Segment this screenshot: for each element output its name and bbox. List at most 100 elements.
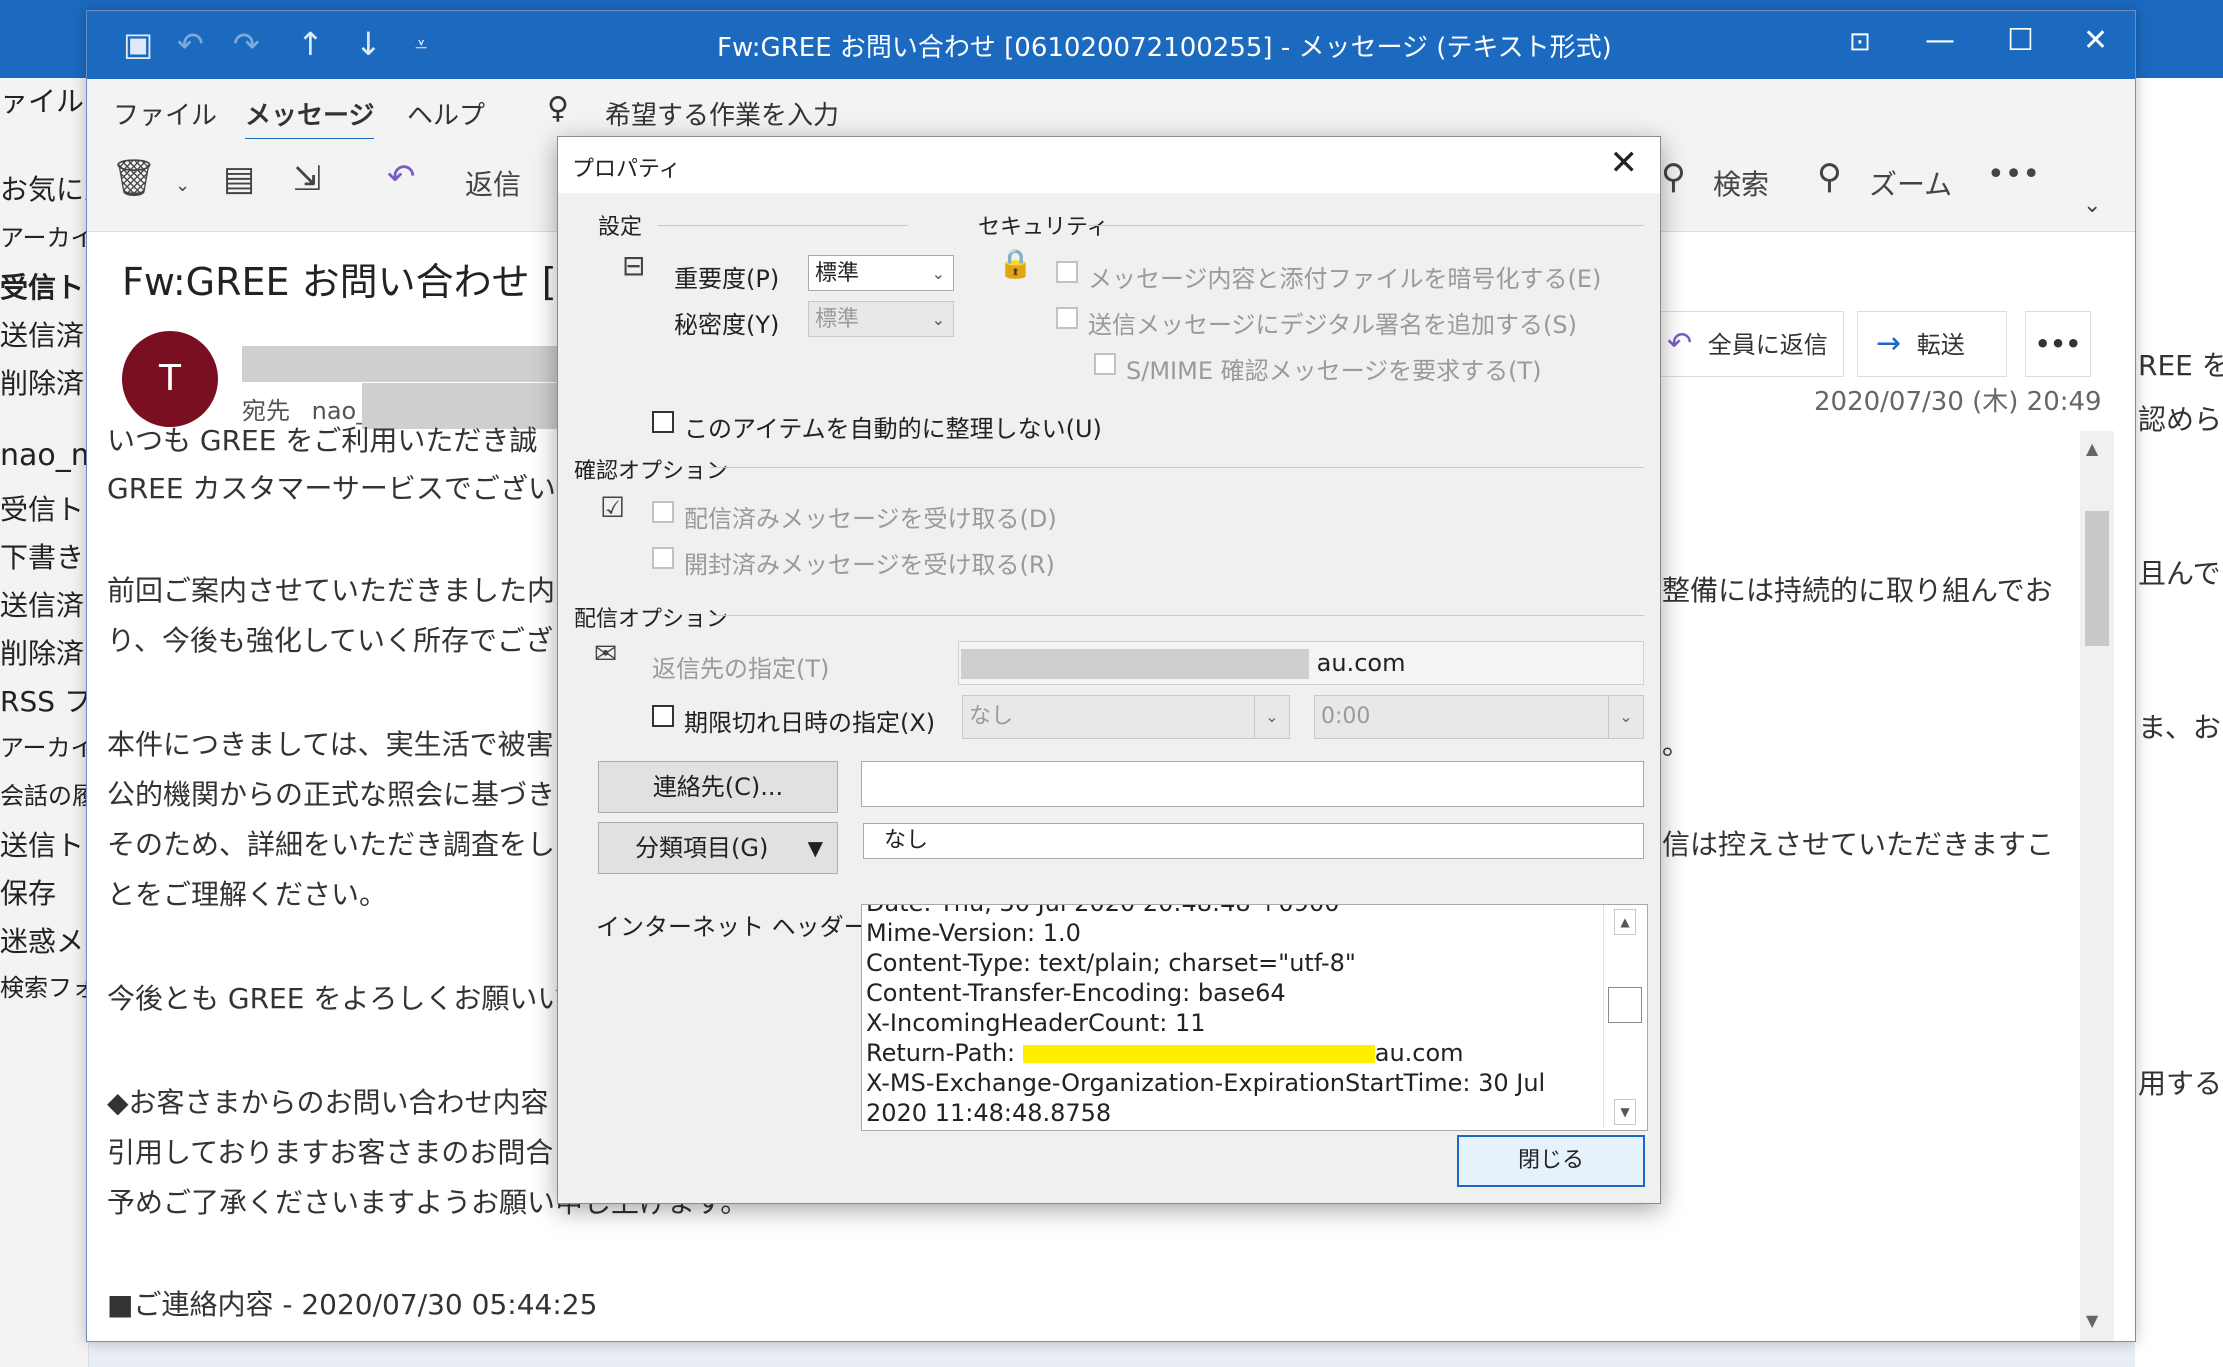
reply-to-value: au.com [1316,649,1406,677]
body-line: 信は控えさせていただきますこ [1662,828,2055,861]
background-text: REE を [2138,349,2223,382]
delete-icon[interactable]: 🗑 [111,157,157,199]
no-autoarchive-checkbox[interactable] [652,411,674,433]
archive-icon[interactable]: ▤ [223,159,255,199]
save-icon[interactable]: ▣ [123,25,153,63]
categories-button[interactable]: 分類項目(G) ▼ [598,822,838,874]
contacts-button[interactable]: 連絡先(C)... [598,761,838,813]
minimize-icon[interactable]: — [1925,23,1955,58]
sensitivity-select[interactable]: 標準 ⌄ [808,301,954,337]
close-icon[interactable]: ✕ [2083,23,2108,58]
sign-checkbox[interactable] [1056,307,1078,329]
tell-me-box[interactable]: 希望する作業を入力 [605,95,839,132]
close-button[interactable]: 閉じる [1457,1135,1645,1187]
body-line: り、今後も強化していく所存でござ [107,624,554,657]
menu-help[interactable]: ヘルプ [407,95,485,132]
search-button[interactable]: 検索 [1713,163,1769,203]
scroll-up-icon[interactable]: ▲ [1614,909,1636,935]
header-line: Date: Thu, 30 Jul 2020 20:48:48 +0900 [866,905,1339,917]
expire-date-select[interactable]: なし ⌄ [962,695,1290,739]
menu-file[interactable]: ファイル [113,95,217,132]
up-arrow-icon[interactable]: ↑ [297,25,324,63]
scrollbar-thumb[interactable] [2085,511,2109,646]
scroll-down-icon[interactable]: ▼ [1614,1099,1636,1125]
divider [658,225,908,226]
chevron-down-icon: ⌄ [931,310,945,329]
headers-scrollbar[interactable]: ▲ ▼ [1603,905,1646,1128]
tracking-group-label: 確認オプション [574,459,729,484]
importance-select[interactable]: 標準 ⌄ [808,255,954,291]
folder-item[interactable]: 保存 [0,872,56,912]
chevron-down-icon: ⌄ [931,264,945,283]
forward-label: 転送 [1916,331,1965,359]
reply-to-field[interactable]: au.com [958,641,1644,685]
more-actions-button[interactable]: ••• [2025,311,2091,377]
redo-icon[interactable]: ↷ [233,25,260,63]
customize-icon[interactable]: ⩡ [415,33,427,58]
dialog-title: プロパティ [572,157,681,182]
chevron-down-icon[interactable]: ⌄ [175,175,190,196]
encrypt-label: メッセージ内容と添付ファイルを暗号化する(E) [1088,265,1602,293]
forward-button[interactable]: → 転送 [1857,311,2007,377]
window-title: Fw:GREE お問い合わせ [061020072100255] - メッセージ… [717,33,1612,63]
header-line: X-MS-Exchange-Organization-ExpirationSta… [866,1069,1546,1097]
folder-item[interactable]: 下書き [0,536,84,576]
expire-label: 期限切れ日時の指定(X) [684,709,936,737]
internet-headers-box[interactable]: Date: Thu, 30 Jul 2020 20:48:48 +0900 Mi… [861,904,1648,1131]
folder-item[interactable]: 会話の履 [0,776,96,811]
expire-date-value: なし [969,704,1014,729]
header-line: X-IncomingHeaderCount: 11 [866,1009,1206,1037]
message-subject: Fw:GREE お問い合わせ [06 [122,260,605,304]
expire-time-select[interactable]: 0:00 ⌄ [1314,695,1644,739]
search-icon[interactable]: ⚲ [1661,157,1686,197]
menu-message[interactable]: メッセージ [245,95,375,141]
down-arrow-icon[interactable]: ↓ [355,25,382,63]
background-text: 用する [2138,1067,2223,1100]
contacts-field[interactable] [861,761,1644,807]
background-text: ま、お [2138,711,2221,744]
ribbon-expand-icon[interactable]: ⌄ [2083,193,2101,218]
delivery-icon: ✉ [594,637,618,670]
header-line: 2020 11:48:48.8758 [866,1099,1112,1127]
reply-icon[interactable]: ↶ [387,157,416,197]
settings-icon: ⊟ [622,249,646,282]
delivered-receipt-checkbox[interactable] [652,501,674,523]
close-icon[interactable]: ✕ [1610,143,1639,183]
categories-value: なし [884,828,929,853]
zoom-icon[interactable]: ⚲ [1817,157,1842,197]
categories-field[interactable]: なし [863,823,1644,859]
sensitivity-value: 標準 [815,307,860,332]
folder-item[interactable]: nao_m [0,438,100,473]
more-options-icon[interactable]: ••• [1987,157,2040,192]
reply-all-button[interactable]: ↶ 全員に返信 [1652,311,1844,377]
maximize-icon[interactable]: ☐ [2007,23,2034,58]
body-line: 整備には持続的に取り組んでお [1662,574,2053,607]
divider [710,615,1644,616]
body-line: 前回ご案内させていただきました内 [107,574,556,607]
folder-item[interactable]: ァイル [0,80,84,120]
divider [1088,225,1644,226]
scroll-up-icon[interactable]: ▲ [2086,439,2098,458]
message-titlebar: ▣ ↶ ↷ ↑ ↓ ⩡ Fw:GREE お問い合わせ [061020072100… [87,11,2135,79]
body-line: いつも GREE をご利用いただき誠 [107,424,538,457]
ribbon-display-icon[interactable]: ⊡ [1849,27,1871,57]
categories-label: 分類項目(G) [635,834,769,862]
move-icon[interactable]: ⇲ [293,159,322,199]
reply-all-label: 全員に返信 [1707,331,1828,359]
expire-time-value: 0:00 [1321,704,1371,729]
lock-icon: 🔒 [998,247,1033,280]
read-receipt-checkbox[interactable] [652,547,674,569]
delivery-group-label: 配信オプション [574,607,729,632]
header-line: Content-Transfer-Encoding: base64 [866,979,1286,1007]
folder-pane: ァイル お気に入 アーカイブ 受信トレ 送信済み 削除済み nao_m 受信トレ… [0,78,120,1367]
header-line: Mime-Version: 1.0 [866,919,1081,947]
background-text: 認めら [2138,403,2223,436]
encrypt-checkbox[interactable] [1056,261,1078,283]
reply-button[interactable]: 返信 [465,163,521,203]
smime-checkbox[interactable] [1094,353,1116,375]
expire-checkbox[interactable] [652,705,674,727]
scroll-thumb[interactable] [1608,987,1642,1023]
undo-icon[interactable]: ↶ [177,25,204,63]
scroll-down-icon[interactable]: ▼ [2086,1311,2098,1330]
zoom-button[interactable]: ズーム [1869,163,1952,203]
